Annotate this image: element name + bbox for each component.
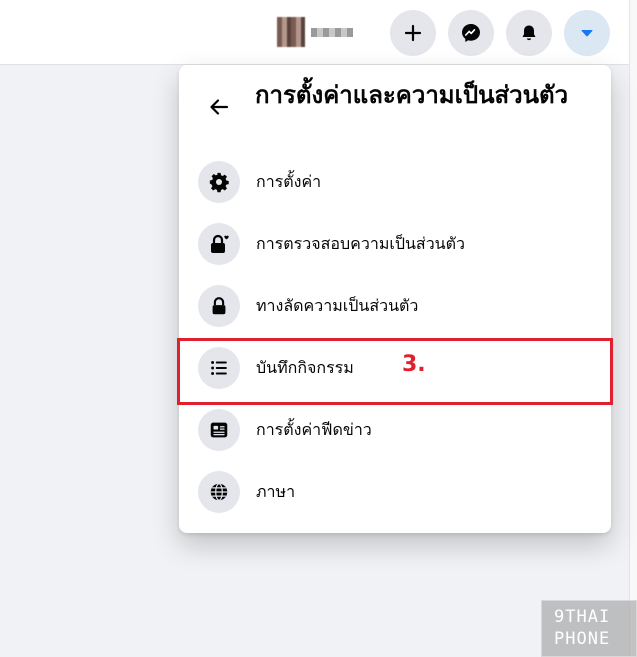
menu-item-settings[interactable]: การตั้งค่า (187, 153, 603, 211)
avatar (277, 17, 305, 47)
watermark-line-2: PHONE (554, 629, 611, 649)
menu-item-label: ภาษา (256, 481, 296, 501)
settings-privacy-menu: การตั้งค่าและความเป็นส่วนตัว การตั้งค่า … (179, 65, 611, 533)
menu-title: การตั้งค่าและความเป็นส่วนตัว (255, 81, 569, 109)
back-button[interactable] (199, 87, 239, 127)
profile-name-blurred (311, 27, 353, 37)
gear-icon (198, 161, 240, 203)
lock-icon (198, 285, 240, 327)
account-menu-button[interactable] (564, 10, 610, 56)
menu-item-privacy-checkup[interactable]: การตรวจสอบความเป็นส่วนตัว (187, 215, 603, 273)
messenger-button[interactable] (448, 10, 494, 56)
watermark-logo: 9THAI PHONE (541, 600, 637, 657)
profile-shortcut[interactable] (277, 15, 367, 49)
step-number-label: 3. (402, 352, 426, 377)
bell-icon (522, 25, 536, 41)
menu-item-label: การตรวจสอบความเป็นส่วนตัว (256, 233, 465, 253)
menu-item-label: การตั้งค่า (256, 171, 322, 191)
watermark-line-1: 9THAI (554, 607, 611, 627)
plus-icon (404, 24, 422, 42)
scrollbar[interactable] (629, 0, 637, 657)
lock-heart-icon (198, 223, 240, 265)
messenger-icon (462, 24, 480, 42)
menu-item-label: บันทึกกิจกรรม (256, 357, 354, 377)
list-icon (198, 347, 240, 389)
top-navigation-bar (0, 0, 630, 65)
menu-item-activity-log[interactable]: บันทึกกิจกรรม (187, 339, 603, 397)
menu-item-language[interactable]: ภาษา (187, 463, 603, 521)
menu-item-news-feed-preferences[interactable]: การตั้งค่าฟีดข่าว (187, 401, 603, 459)
caret-down-icon (581, 30, 593, 37)
globe-icon (198, 471, 240, 513)
menu-item-label: ทางลัดความเป็นส่วนตัว (256, 295, 419, 315)
notifications-button[interactable] (506, 10, 552, 56)
arrow-left-icon (210, 99, 229, 115)
create-button[interactable] (390, 10, 436, 56)
menu-item-label: การตั้งค่าฟีดข่าว (256, 419, 372, 439)
news-feed-icon (198, 409, 240, 451)
menu-item-privacy-shortcuts[interactable]: ทางลัดความเป็นส่วนตัว (187, 277, 603, 335)
